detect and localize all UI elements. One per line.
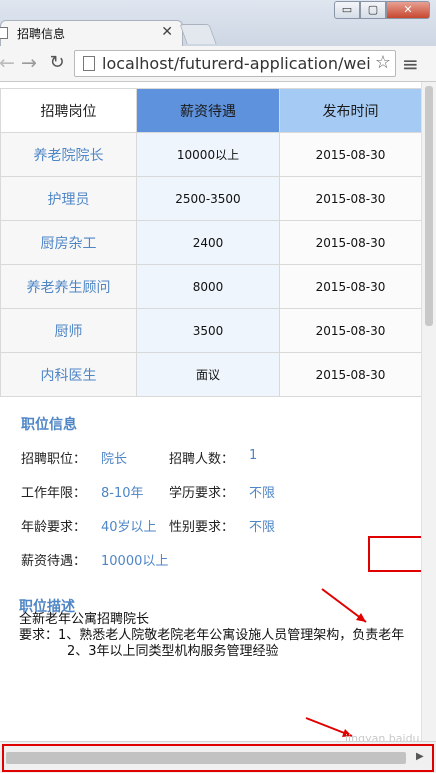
tab-title: 招聘信息 [17, 27, 66, 41]
document-icon [0, 27, 8, 39]
maximize-button[interactable]: ▢ [360, 1, 386, 19]
annotation-box-scrollbar [2, 744, 434, 772]
menu-icon[interactable]: ≡ [402, 52, 419, 76]
minimize-button[interactable]: ▭ [334, 1, 360, 19]
page-icon [83, 56, 95, 71]
star-icon[interactable]: ☆ [375, 52, 391, 73]
annotation-arrows [305, 588, 367, 737]
url-text[interactable]: localhost/futurerd-application/weix [102, 54, 370, 73]
page-content: 招聘岗位 薪资待遇 发布时间 养老院院长 10000以上 2015-08-30 … [0, 82, 436, 741]
vertical-scroll-thumb[interactable] [425, 86, 433, 326]
horizontal-scrollbar[interactable]: ▶ [0, 741, 436, 773]
reload-icon[interactable]: ↻ [46, 52, 68, 73]
forward-icon[interactable]: → [18, 52, 40, 74]
window-close-button[interactable]: ✕ [386, 1, 430, 19]
browser-tab[interactable]: 招聘信息 ✕ [0, 20, 183, 46]
close-icon[interactable]: ✕ [161, 24, 173, 40]
vertical-scrollbar[interactable] [421, 82, 436, 741]
browser-titlebar: 招聘信息 ✕ ▭ ▢ ✕ [0, 0, 436, 46]
back-icon[interactable]: ← [0, 52, 18, 74]
new-tab-button[interactable] [179, 24, 217, 44]
address-bar[interactable]: localhost/futurerd-application/weix ☆ [74, 50, 396, 77]
browser-toolbar: ← → ↻ localhost/futurerd-application/wei… [0, 46, 436, 82]
